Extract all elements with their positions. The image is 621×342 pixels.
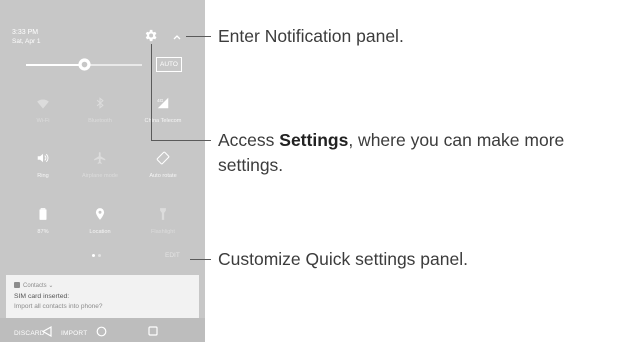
- tile-label: Auto rotate: [149, 173, 177, 179]
- tile-flashlight[interactable]: Flashlight: [130, 207, 196, 267]
- callout-settings-prefix: Access: [218, 130, 280, 150]
- callout-settings: Access Settings, where you can make more: [218, 127, 564, 153]
- callout-settings-suffix: , where you can make more: [348, 130, 565, 150]
- brightness-thumb-icon[interactable]: [77, 57, 92, 72]
- battery-icon: [39, 208, 47, 220]
- svg-text:4G: 4G: [157, 98, 164, 103]
- edit-button[interactable]: EDIT: [165, 252, 180, 259]
- tile-label: Location: [89, 229, 111, 235]
- tile-rotate[interactable]: Auto rotate: [130, 151, 196, 211]
- quick-settings-panel: 3:33 PM Sat, Apr 1 AUTO Wi-Fi Bluetooth 4G…: [0, 0, 205, 342]
- contacts-icon: [14, 282, 20, 288]
- leader-line-notification: [186, 36, 211, 37]
- tile-label: Bluetooth: [88, 118, 112, 124]
- chevron-up-icon[interactable]: [172, 33, 182, 41]
- volume-icon: [37, 153, 49, 163]
- notification-title: SIM card inserted:: [14, 293, 70, 300]
- leader-line-quick-settings: [190, 259, 211, 260]
- bluetooth-icon: [96, 97, 104, 109]
- navigation-bar: DISCARD IMPORT: [0, 318, 205, 342]
- status-time: 3:33 PM: [12, 29, 39, 36]
- import-button[interactable]: IMPORT: [61, 330, 87, 337]
- callout-notification-panel: Enter Notification panel.: [218, 26, 404, 46]
- callout-quick-settings: Customize Quick settings panel.: [218, 249, 468, 269]
- page-indicator: [92, 254, 108, 258]
- leader-line-settings-vertical: [151, 44, 152, 140]
- rotate-icon: [156, 151, 170, 165]
- flashlight-icon: [160, 208, 166, 220]
- leader-line-settings-horizontal: [151, 140, 211, 141]
- back-icon[interactable]: [42, 326, 52, 337]
- notification-app-name: Contacts: [23, 283, 47, 289]
- tile-label: China Telecom: [144, 118, 182, 124]
- recent-apps-icon[interactable]: [148, 326, 158, 336]
- wifi-icon: [37, 99, 49, 109]
- notification-body: Import all contacts into phone?: [14, 303, 103, 310]
- home-icon[interactable]: [96, 326, 107, 337]
- page-dot: [98, 254, 101, 257]
- callout-settings-line2: settings.: [218, 155, 284, 175]
- status-date: Sat, Apr 1: [12, 38, 41, 45]
- auto-brightness-button[interactable]: AUTO: [156, 57, 182, 72]
- notification-app-row: Contacts ⌄: [14, 282, 53, 289]
- tile-mobile-signal[interactable]: 4G China Telecom: [130, 96, 196, 156]
- page-dot: [92, 254, 95, 257]
- tile-label: Airplane mode: [81, 173, 119, 179]
- location-icon: [95, 208, 105, 220]
- settings-gear-icon[interactable]: [143, 28, 158, 43]
- mobile-signal-icon: 4G: [157, 97, 169, 109]
- airplane-icon: [94, 152, 106, 164]
- discard-button[interactable]: DISCARD: [14, 330, 45, 337]
- tile-label: Flashlight: [151, 229, 175, 235]
- callout-settings-bold: Settings: [279, 130, 349, 150]
- tile-airplane[interactable]: Airplane mode: [67, 151, 133, 211]
- tile-bluetooth[interactable]: Bluetooth: [67, 96, 133, 156]
